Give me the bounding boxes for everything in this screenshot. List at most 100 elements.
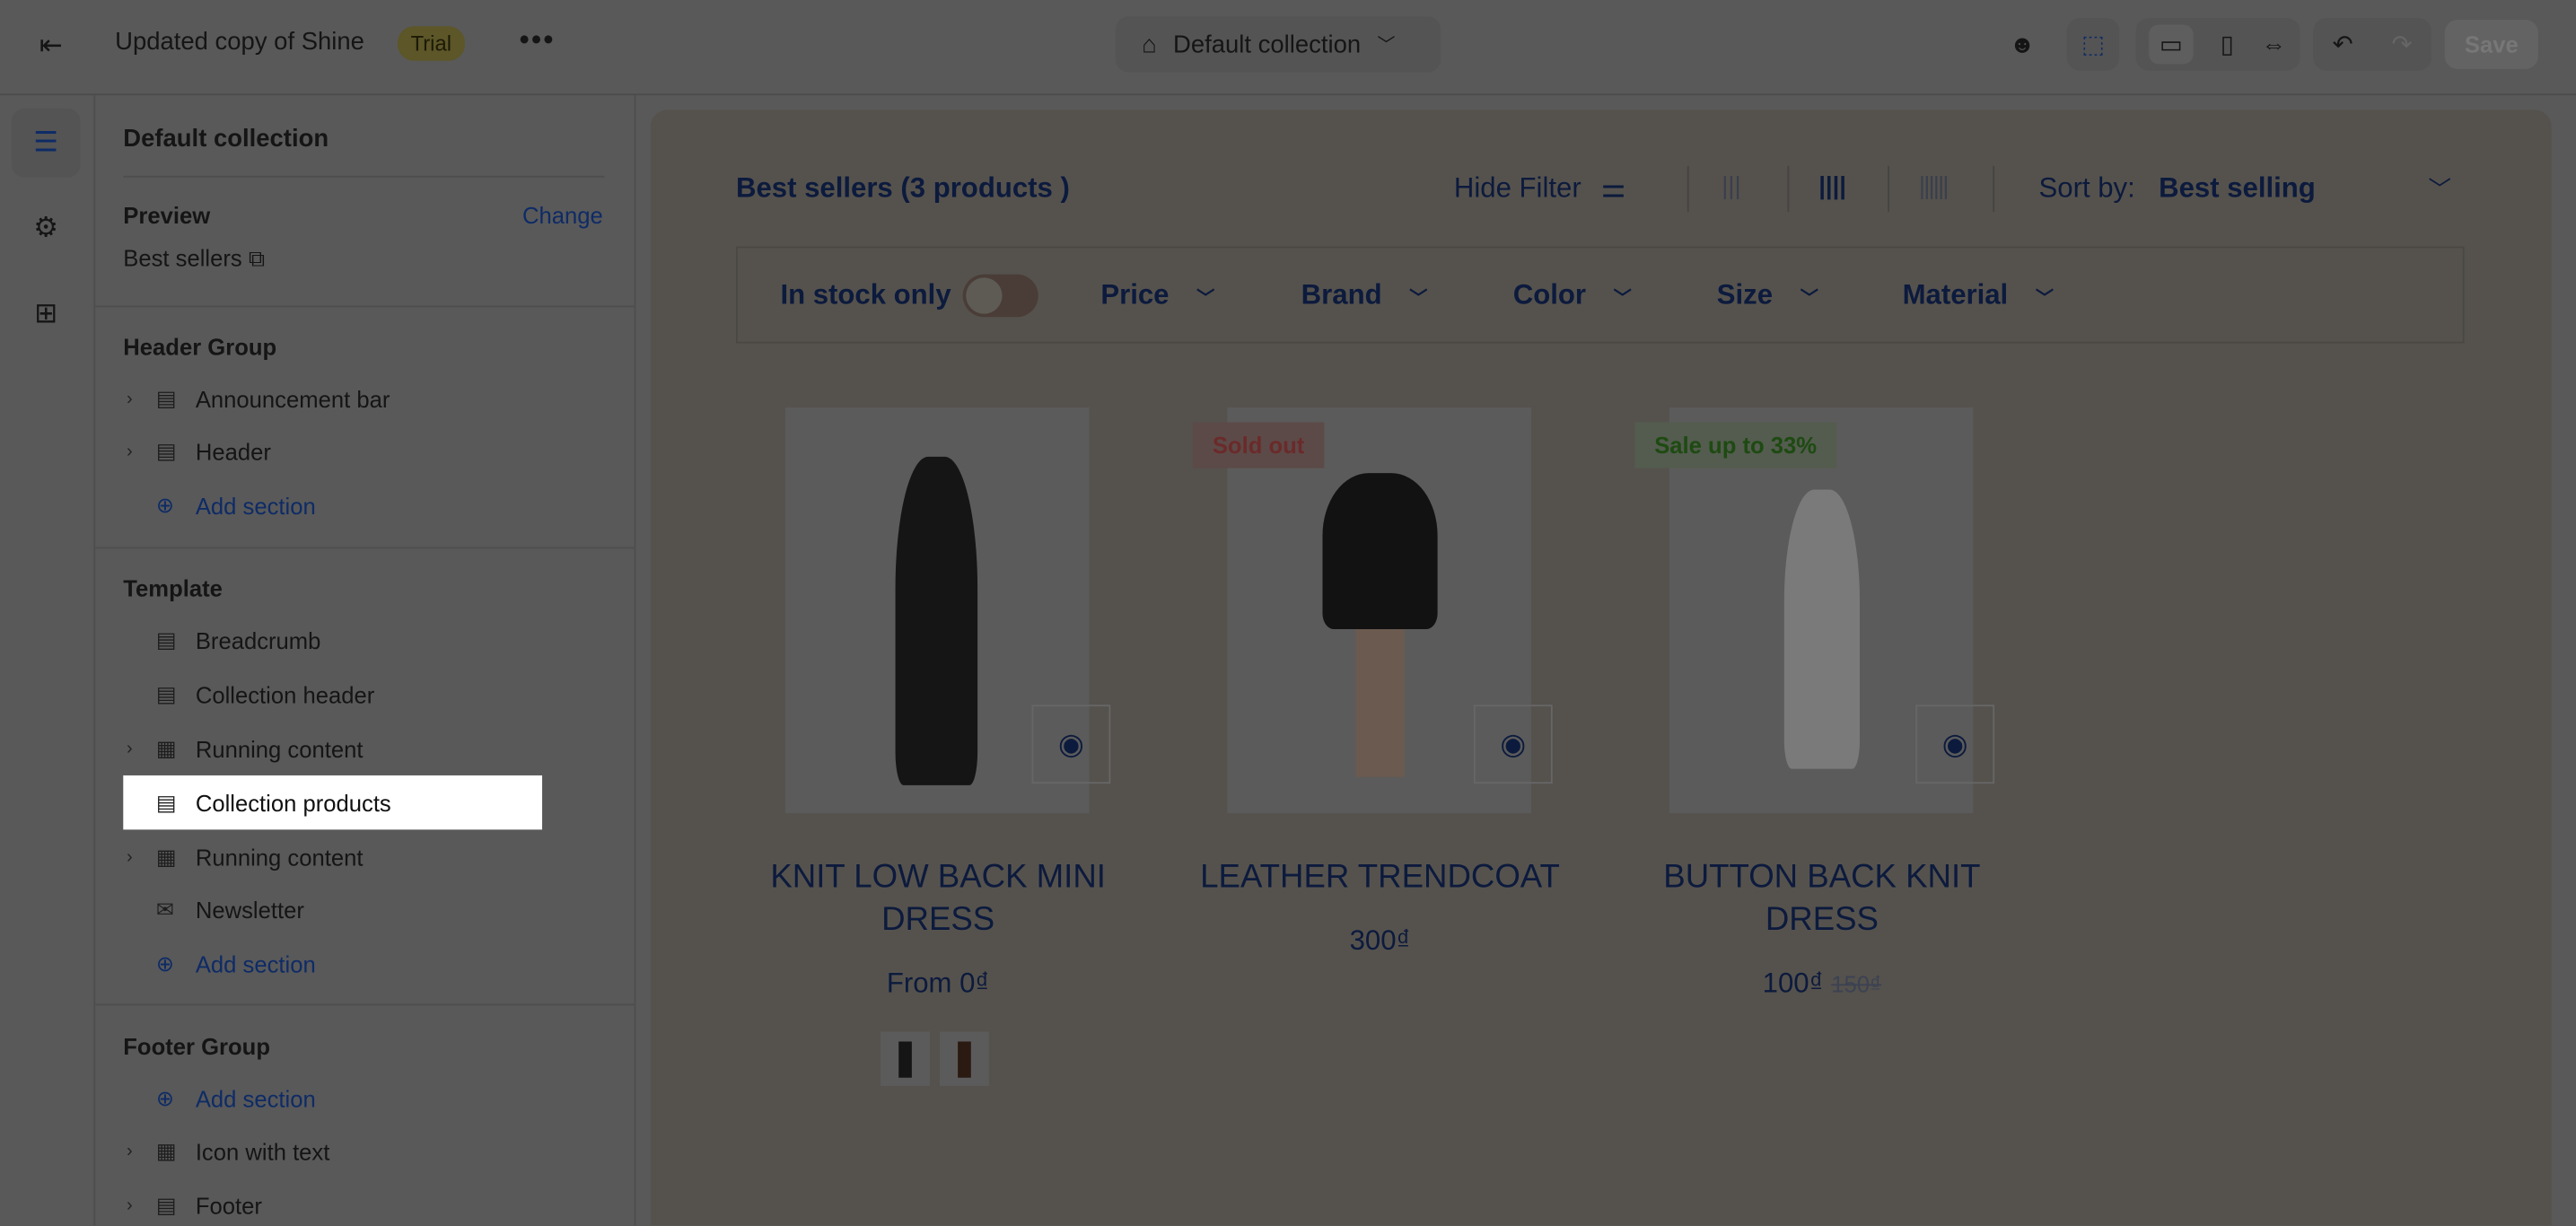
filter-sliders-icon: ⚌ bbox=[1600, 172, 1626, 204]
variant-swatch[interactable] bbox=[939, 1031, 989, 1086]
sort-select[interactable]: Best selling bbox=[2159, 172, 2316, 206]
undo-icon[interactable]: ↶ bbox=[2333, 30, 2353, 59]
sale-badge: Sale up to 33% bbox=[1634, 422, 1837, 469]
hide-filter-button[interactable]: Hide Filter ⚌ bbox=[1454, 172, 1626, 206]
product-photo bbox=[1783, 489, 1861, 769]
filter-label: Size bbox=[1716, 279, 1774, 311]
exit-icon[interactable]: ⇤ bbox=[33, 28, 69, 64]
product-name[interactable]: LEATHER TRENDCOAT bbox=[1183, 856, 1577, 899]
chevron-right-icon: › bbox=[126, 738, 133, 758]
viewport-switcher: ▭ ▯ ⇔ bbox=[2135, 18, 2300, 71]
item-label: Announcement bar bbox=[195, 385, 390, 412]
filter-bar: In stock only Price ﹀ Brand ﹀ Color ﹀ Si… bbox=[736, 246, 2465, 344]
grid-3-columns-icon[interactable]: ||| bbox=[1722, 172, 1740, 200]
section-item-footer[interactable]: › ▤ Footer bbox=[123, 1178, 542, 1225]
change-preview-link[interactable]: Change bbox=[522, 202, 603, 228]
section-icon: ▤ bbox=[155, 680, 177, 706]
chevron-down-icon[interactable]: ﹀ bbox=[2428, 172, 2451, 206]
item-label: Running content bbox=[195, 843, 364, 871]
compare-price: 150₫ bbox=[1831, 970, 1882, 998]
chevron-down-icon: ﹀ bbox=[1196, 289, 1215, 310]
item-label: Header bbox=[195, 437, 271, 465]
item-label: Collection header bbox=[195, 680, 375, 707]
panel-title: Default collection bbox=[123, 125, 329, 153]
item-label: Running content bbox=[195, 735, 364, 762]
variant-swatch[interactable] bbox=[881, 1031, 931, 1086]
sold-out-badge: Sold out bbox=[1192, 422, 1325, 469]
item-label: Add section bbox=[195, 492, 316, 519]
section-item-header[interactable]: › ▤ Header bbox=[123, 424, 542, 477]
icon-rail: ☰ ⚙ ⊞ bbox=[0, 95, 96, 1226]
sections-icon[interactable]: ☰ bbox=[11, 108, 81, 178]
section-icon: ▤ bbox=[155, 789, 177, 814]
grid-6-columns-icon[interactable]: |||||| bbox=[1919, 172, 1950, 200]
hide-filter-label: Hide Filter bbox=[1453, 172, 1582, 204]
product-photo bbox=[1322, 473, 1438, 630]
grid-4-columns-icon[interactable]: |||| bbox=[1818, 172, 1846, 200]
section-item-collection-header[interactable]: ▤ Collection header bbox=[123, 667, 542, 721]
redo-icon[interactable]: ↷ bbox=[2392, 30, 2413, 59]
section-item-running-content-2[interactable]: › ▦ Running content bbox=[123, 829, 542, 883]
item-label: Add section bbox=[195, 950, 316, 977]
collection-heading: Best sellers (3 products ) bbox=[736, 172, 1070, 204]
section-item-collection-products[interactable]: ▤ Collection products bbox=[123, 775, 543, 830]
section-item-announcement-bar[interactable]: › ▤ Announcement bar bbox=[123, 372, 542, 425]
section-item-breadcrumb[interactable]: ▤ Breadcrumb bbox=[123, 613, 542, 667]
collection-selector-label: Default collection bbox=[1173, 30, 1362, 58]
quick-view-eye-icon[interactable]: ◉ bbox=[1915, 705, 1995, 784]
group-label: Header Group bbox=[123, 333, 277, 360]
header-group bbox=[95, 305, 635, 308]
apps-icon[interactable]: ⊞ bbox=[12, 279, 81, 348]
mail-icon: ✉ bbox=[155, 896, 174, 921]
tag-icon: ⌂ bbox=[1142, 30, 1157, 58]
item-label: Icon with text bbox=[195, 1137, 330, 1164]
quick-view-eye-icon[interactable]: ◉ bbox=[1031, 705, 1111, 784]
add-section-button[interactable]: ⊕ Add section bbox=[123, 1071, 542, 1125]
filter-label: Brand bbox=[1301, 279, 1382, 311]
inspector-icon[interactable]: ⬚ bbox=[2066, 18, 2120, 71]
mobile-icon[interactable]: ▯ bbox=[2221, 30, 2234, 59]
section-item-running-content[interactable]: › ▦ Running content bbox=[123, 722, 542, 775]
save-button[interactable]: Save bbox=[2444, 19, 2538, 69]
theme-title: Updated copy of Shine bbox=[115, 28, 364, 57]
item-label: Footer bbox=[195, 1191, 262, 1219]
chevron-down-icon: ﹀ bbox=[1613, 289, 1632, 310]
color-filter[interactable]: Color ﹀ bbox=[1513, 279, 1632, 312]
material-filter[interactable]: Material ﹀ bbox=[1903, 279, 2054, 312]
item-label: Add section bbox=[195, 1084, 316, 1112]
product-name[interactable]: BUTTON BACK KNIT DRESS bbox=[1625, 856, 2019, 941]
item-label: Collection products bbox=[195, 789, 391, 816]
section-icon: ▤ bbox=[155, 437, 177, 463]
section-item-icon-with-text[interactable]: › ▦ Icon with text bbox=[123, 1124, 542, 1178]
text-icon: ▦ bbox=[155, 843, 177, 869]
trial-badge: Trial bbox=[397, 26, 465, 61]
brand-filter[interactable]: Brand ﹀ bbox=[1301, 279, 1428, 312]
preview-value[interactable]: Best sellers ⧉ bbox=[123, 245, 265, 273]
in-stock-label: In stock only bbox=[780, 279, 951, 311]
ai-assistant-icon[interactable]: ☻ bbox=[2001, 18, 2044, 71]
add-section-button[interactable]: ⊕ Add section bbox=[123, 478, 542, 532]
section-item-newsletter[interactable]: ✉ Newsletter bbox=[123, 882, 542, 936]
chevron-right-icon: › bbox=[126, 1141, 133, 1161]
chevron-down-icon: ﹀ bbox=[1377, 36, 1396, 57]
settings-icon[interactable]: ⚙ bbox=[12, 194, 81, 263]
plus-circle-icon: ⊕ bbox=[155, 950, 174, 976]
quick-view-eye-icon[interactable]: ◉ bbox=[1473, 705, 1553, 784]
plus-circle-icon: ⊕ bbox=[155, 492, 174, 517]
chevron-right-icon: › bbox=[126, 1195, 133, 1215]
fullwidth-icon[interactable]: ⇔ bbox=[2262, 31, 2286, 58]
in-stock-toggle[interactable] bbox=[962, 274, 1038, 318]
price-filter[interactable]: Price ﹀ bbox=[1100, 279, 1214, 312]
top-bar: ⇤ Updated copy of Shine Trial ••• ⌂ Defa… bbox=[0, 0, 2576, 96]
add-section-button[interactable]: ⊕ Add section bbox=[123, 936, 542, 990]
desktop-icon[interactable]: ▭ bbox=[2149, 24, 2193, 65]
item-label: Newsletter bbox=[195, 896, 304, 923]
filter-label: Color bbox=[1512, 279, 1587, 311]
size-filter[interactable]: Size ﹀ bbox=[1717, 279, 1818, 312]
collection-selector[interactable]: ⌂ Default collection ﹀ bbox=[1115, 16, 1441, 73]
store-preview: Best sellers (3 products ) Hide Filter ⚌ … bbox=[650, 109, 2552, 1226]
text-icon: ▦ bbox=[155, 735, 177, 760]
product-name[interactable]: KNIT LOW BACK MINI DRESS bbox=[741, 856, 1135, 941]
product-price: 100₫ bbox=[1762, 968, 1824, 999]
more-menu-button[interactable]: ••• bbox=[519, 23, 555, 57]
